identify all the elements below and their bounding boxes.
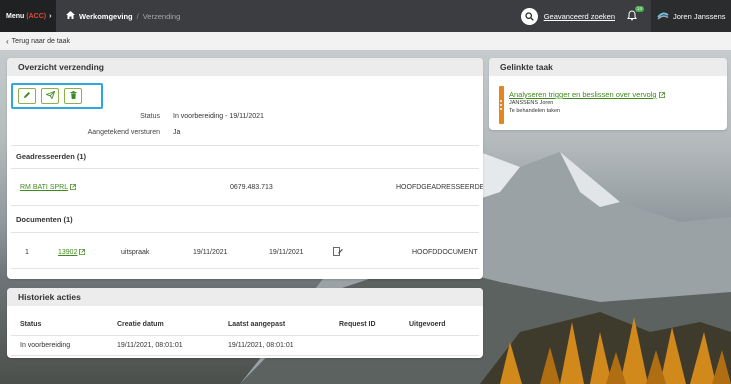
user-menu[interactable]: Joren Janssens [651,0,731,32]
history-title: Historiek acties [7,288,483,306]
external-link-icon [658,91,665,100]
documents-title: Documenten (1) [16,215,73,224]
menu-button[interactable]: Menu (ACC) › [0,0,56,32]
action-toolbar [11,83,103,109]
document-date: 19/11/2021 [269,249,304,256]
history-col-status: Status [20,321,42,328]
trash-icon [70,91,77,101]
back-bar: ‹ Terug naar de taak [0,32,731,50]
search-icon[interactable] [520,7,538,25]
overview-card: Overzicht verzending Status In voorberei… [7,58,483,279]
history-card: Historiek acties Status Creatie datum La… [7,288,483,358]
history-col-modified: Laatst aangepast [228,321,286,328]
document-link[interactable]: 13902 [58,249,86,257]
task-priority-bar [499,86,504,124]
linked-task-link[interactable]: Analyseren trigger en beslissen over ver… [509,90,665,100]
notifications-bell-icon[interactable]: 14 [627,6,644,22]
history-col-created: Creatie datum [117,321,164,328]
history-row-created: 19/11/2021, 08:01:01 [117,342,183,349]
history-row-status: In voorbereiding [20,342,71,349]
external-link-icon [79,249,86,257]
divider [11,268,479,269]
delete-button[interactable] [64,88,82,104]
send-button[interactable] [41,88,59,104]
advanced-search-link[interactable]: Geavanceerd zoeken [544,12,615,21]
addressees-title: Geadresseerden (1) [16,152,87,161]
paper-plane-icon [44,90,55,101]
divider [11,205,479,206]
document-edit-icon[interactable] [333,247,343,258]
divider [11,232,479,233]
chevron-left-icon: ‹ [6,36,9,46]
notification-count-badge: 14 [634,6,644,12]
linked-task-card: Gelinkte taak Analyseren trigger en besl… [489,58,727,130]
pencil-icon [23,91,31,101]
external-link-icon [70,184,77,192]
breadcrumb-separator: / [136,11,139,21]
edit-button[interactable] [18,88,36,104]
divider [11,168,479,169]
divider [11,355,479,356]
divider [11,335,479,336]
document-index: 1 [25,249,29,256]
divider [11,145,479,146]
document-type: uitspraak [121,249,150,256]
brand-logo-icon [657,11,669,22]
addressee-number: 0679.483.713 [230,184,273,191]
history-col-executed: Uitgevoerd [409,321,446,328]
addressee-link[interactable]: RM BATI SPRL [20,184,77,192]
back-to-task-link[interactable]: Terug naar de taak [12,38,70,45]
registered-label: Aangetekend versturen [87,129,160,136]
history-col-request-id: Request ID [339,321,376,328]
chevron-right-icon: › [49,12,52,20]
breadcrumb-current: Verzending [142,11,181,21]
overview-title: Overzicht verzending [7,58,483,76]
addressee-role: HOOFDGEADRESSEERDE [396,184,483,191]
menu-label: Menu [6,12,25,20]
home-icon[interactable] [66,11,75,21]
registered-value: Ja [173,129,181,136]
environment-label: (ACC) [26,12,47,20]
user-name: Joren Janssens [673,11,726,21]
task-state: Te behandelen taken [509,108,561,114]
task-assignee: JANSSENS Joren [509,100,554,106]
more-dots-icon[interactable] [500,100,503,112]
history-row-modified: 19/11/2021, 08:01:01 [228,342,294,349]
status-label: Status [140,113,160,120]
status-value: In voorbereiding - 19/11/2021 [173,113,264,120]
document-kind: HOOFDDOCUMENT [412,249,478,256]
breadcrumb-werkomgeving[interactable]: Werkomgeving [79,12,133,21]
document-date: 19/11/2021 [193,249,228,256]
linked-task-title: Gelinkte taak [489,58,727,76]
breadcrumb: Werkomgeving / Verzending [66,11,180,21]
top-bar: Menu (ACC) › Werkomgeving / Verzending G… [0,0,731,32]
